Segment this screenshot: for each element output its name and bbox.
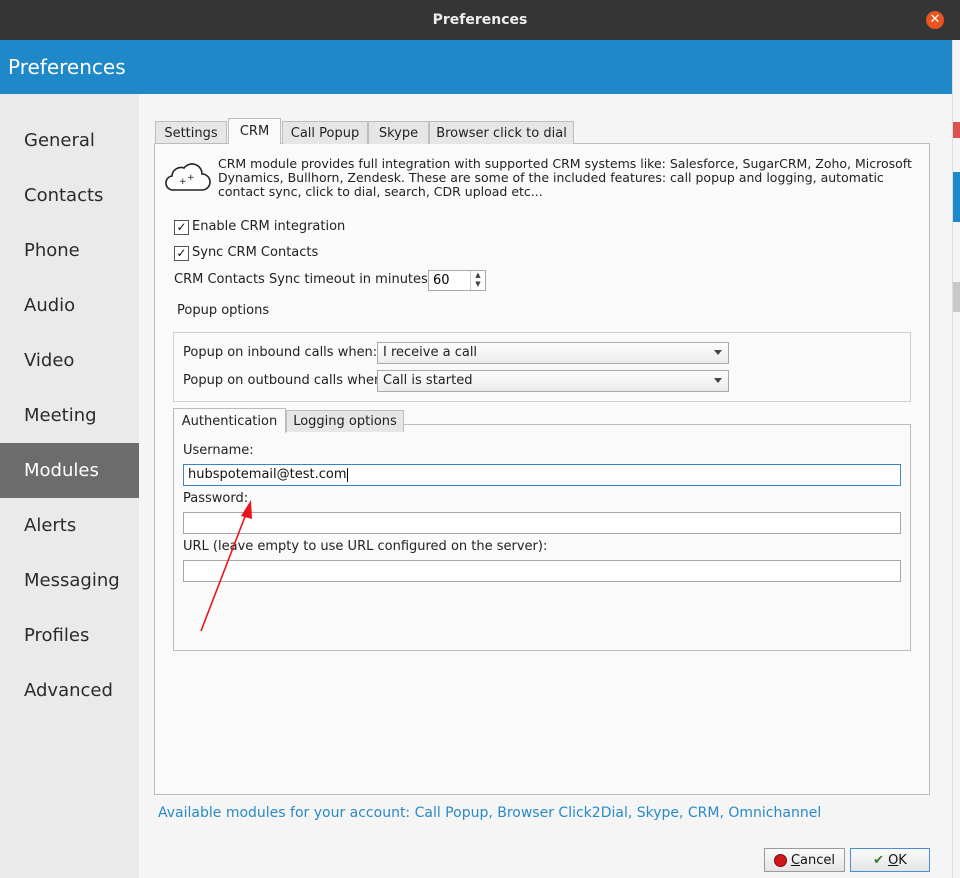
background-window-marker [953, 172, 960, 222]
sync-timeout-spinbox[interactable]: 60 ▲ ▼ [428, 270, 486, 291]
cancel-button[interactable]: Cancel [764, 848, 845, 872]
username-value: hubspotemail@test.com [188, 467, 347, 482]
crm-cloud-icon: + + [165, 163, 211, 191]
sidebar-item-meeting[interactable]: Meeting [0, 388, 139, 443]
page-header: Preferences [0, 40, 952, 94]
sidebar-item-label: Messaging [24, 570, 120, 591]
sidebar-item-label: Advanced [24, 680, 113, 701]
tab-browser-click-to-dial[interactable]: Browser click to dial [429, 121, 574, 144]
svg-text:+: + [179, 177, 187, 187]
sidebar-item-profiles[interactable]: Profiles [0, 608, 139, 663]
sidebar-item-label: Contacts [24, 185, 104, 206]
sidebar-item-label: Modules [24, 460, 99, 481]
tab-label: Authentication [181, 413, 278, 429]
tab-label: Call Popup [290, 125, 360, 141]
outbound-popup-label: Popup on outbound calls when: [183, 373, 387, 388]
sidebar-item-general[interactable]: General [0, 113, 139, 168]
chevron-down-icon [714, 378, 722, 383]
text-caret [346, 467, 348, 482]
authentication-panel [173, 424, 911, 651]
sync-crm-contacts-label: Sync CRM Contacts [192, 245, 319, 260]
sidebar-item-video[interactable]: Video [0, 333, 139, 388]
tab-crm[interactable]: CRM [228, 118, 281, 144]
inbound-popup-label: Popup on inbound calls when: [183, 345, 378, 360]
window-title: Preferences [432, 12, 528, 28]
svg-text:+: + [187, 173, 195, 183]
sync-crm-contacts-checkbox[interactable]: ✓ [174, 246, 189, 261]
background-window-marker [953, 122, 960, 138]
ok-button[interactable]: ✔ OK [850, 848, 930, 872]
tab-authentication[interactable]: Authentication [173, 408, 286, 433]
outbound-popup-select[interactable]: Call is started [377, 370, 729, 392]
page-title: Preferences [8, 55, 126, 79]
close-icon[interactable]: ✕ [926, 11, 944, 29]
tab-logging-options[interactable]: Logging options [286, 410, 404, 432]
sidebar-item-messaging[interactable]: Messaging [0, 553, 139, 608]
crm-description: CRM module provides full integration wit… [218, 156, 912, 199]
sidebar-item-contacts[interactable]: Contacts [0, 168, 139, 223]
url-label: URL (leave empty to use URL configured o… [183, 539, 548, 554]
background-window-marker [953, 282, 960, 312]
password-field[interactable] [183, 512, 901, 534]
sidebar-item-label: Phone [24, 240, 80, 261]
sidebar-item-modules[interactable]: Modules [0, 443, 139, 498]
tab-label: Settings [164, 125, 218, 141]
username-label: Username: [183, 443, 254, 458]
tab-label: Logging options [293, 414, 397, 429]
sidebar-item-label: General [24, 130, 95, 151]
sidebar-item-alerts[interactable]: Alerts [0, 498, 139, 553]
checkmark-icon: ✔ [873, 852, 885, 868]
url-field[interactable] [183, 560, 901, 582]
cancel-icon [773, 853, 787, 867]
sync-timeout-value: 60 [433, 273, 450, 288]
background-window-edge [952, 40, 960, 878]
sync-timeout-label: CRM Contacts Sync timeout in minutes [174, 272, 428, 287]
spinbox-arrows-icon[interactable]: ▲ ▼ [470, 271, 485, 290]
enable-crm-label: Enable CRM integration [192, 219, 346, 234]
tab-label: Browser click to dial [436, 125, 567, 141]
window-titlebar: Preferences ✕ [0, 0, 960, 40]
tab-label: CRM [239, 124, 270, 139]
sidebar: General Contacts Phone Audio Video Meeti… [0, 94, 139, 878]
popup-options-heading: Popup options [177, 303, 270, 318]
chevron-down-icon [714, 350, 722, 355]
outbound-popup-value: Call is started [383, 373, 473, 388]
tab-settings[interactable]: Settings [155, 121, 227, 144]
sidebar-item-phone[interactable]: Phone [0, 223, 139, 278]
tab-label: Skype [378, 125, 419, 141]
ok-button-label: OK [888, 852, 907, 868]
sidebar-item-label: Profiles [24, 625, 90, 646]
sidebar-item-label: Video [24, 350, 75, 371]
sidebar-item-label: Audio [24, 295, 76, 316]
password-label: Password: [183, 491, 249, 506]
cancel-button-label: Cancel [790, 852, 836, 868]
sidebar-item-label: Alerts [24, 515, 77, 536]
sidebar-item-advanced[interactable]: Advanced [0, 663, 139, 718]
available-modules-text: Available modules for your account: Call… [158, 805, 822, 821]
tab-skype[interactable]: Skype [368, 121, 429, 144]
sidebar-item-audio[interactable]: Audio [0, 278, 139, 333]
tab-call-popup[interactable]: Call Popup [282, 121, 368, 144]
inbound-popup-select[interactable]: I receive a call [377, 342, 729, 364]
enable-crm-checkbox[interactable]: ✓ [174, 220, 189, 235]
inbound-popup-value: I receive a call [383, 345, 478, 360]
sidebar-item-label: Meeting [24, 405, 97, 426]
username-field[interactable]: hubspotemail@test.com [183, 464, 901, 486]
